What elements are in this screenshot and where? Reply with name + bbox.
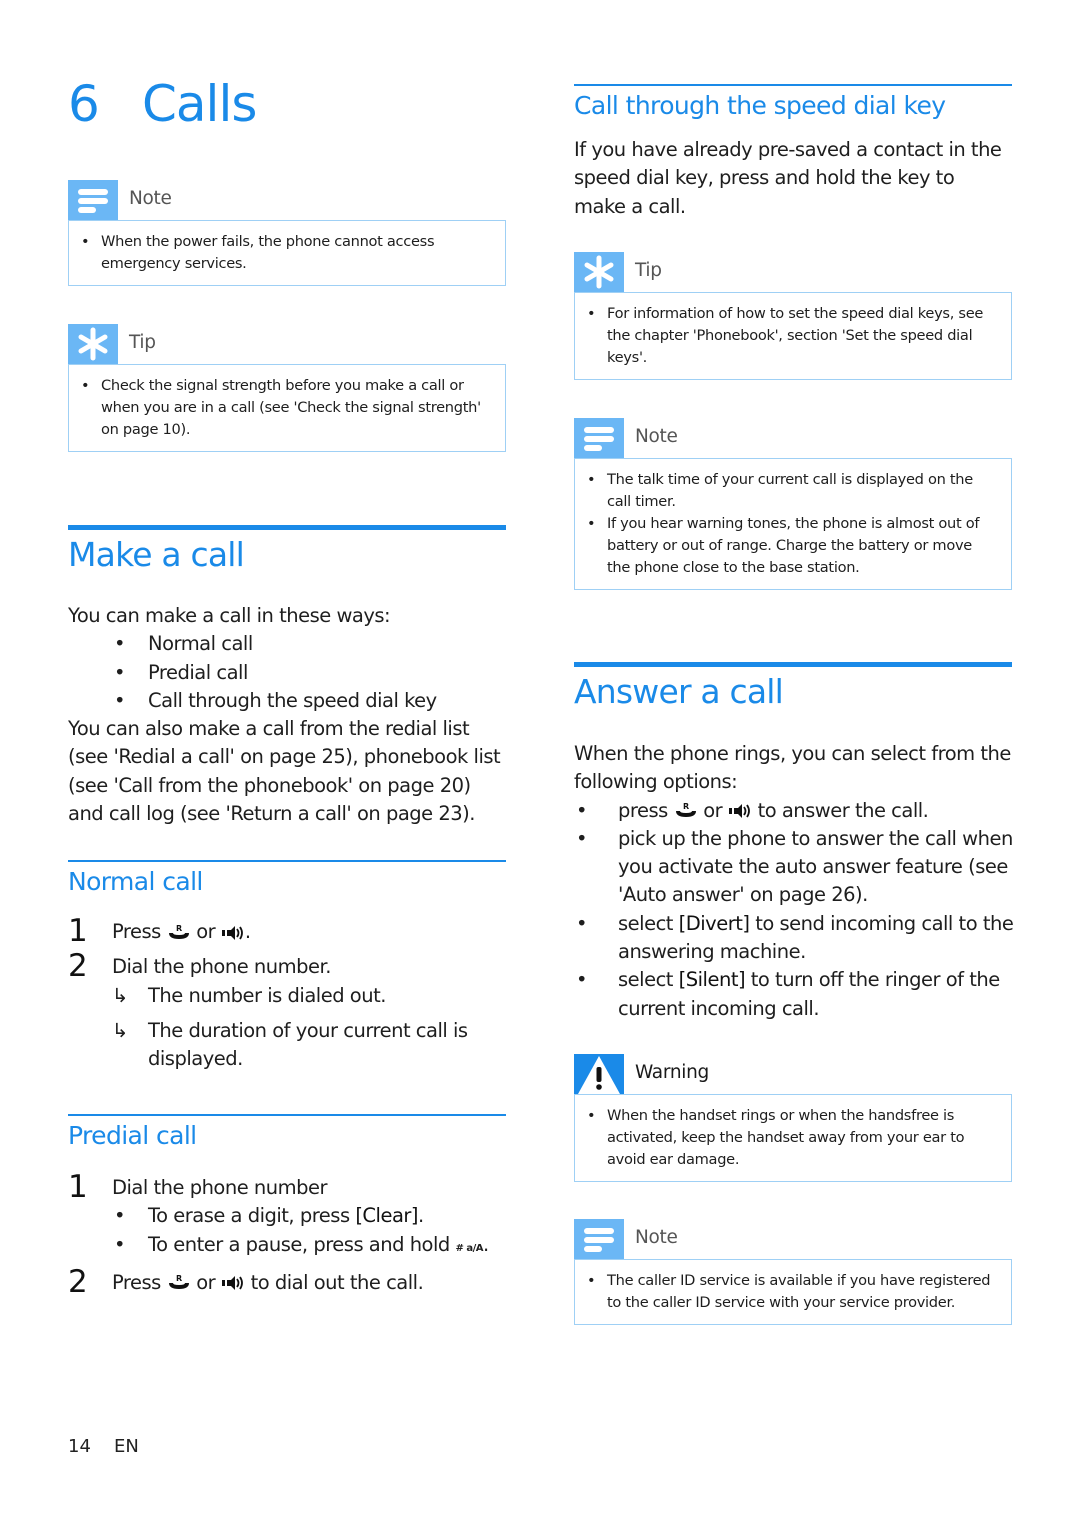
- speaker-key-icon: [221, 924, 245, 942]
- answer-call-body: When the phone rings, you can select fro…: [574, 740, 1014, 1023]
- talk-key-icon: [167, 1274, 191, 1292]
- callout-item: • For information of how to set the speed…: [587, 305, 984, 366]
- note-callout: Note • The caller ID service is available…: [574, 1219, 1012, 1325]
- step: 2 Press or to dial out the call.: [68, 1263, 424, 1300]
- callout-title: Note: [635, 1227, 678, 1248]
- note-icon: [574, 1219, 624, 1259]
- way-item: • Predial call: [114, 660, 248, 684]
- clear-key-label: [Clear]: [355, 1204, 419, 1228]
- callout-title: Tip: [129, 332, 156, 353]
- page-number: 14: [68, 1436, 91, 1457]
- result-arrow-icon: ↳: [112, 1018, 128, 1042]
- callout-title: Note: [129, 188, 172, 209]
- note-callout: Note • The talk time of your current call…: [574, 418, 1012, 590]
- sub-item: • To enter a pause, press and hold # a/A…: [114, 1232, 489, 1256]
- section-heading-normal-call: Normal call: [68, 867, 203, 896]
- speaker-key-icon: [221, 1274, 245, 1292]
- subsection-rule: [68, 860, 506, 862]
- note-callout: Note • When the power fails, the phone ca…: [68, 180, 506, 286]
- normal-call-steps: 1 Press or . 2 Dial the phone number. ↳ …: [68, 913, 508, 1073]
- tip-callout: Tip • Check the signal strength before yo…: [68, 324, 506, 452]
- result-item: ↳ The duration of your current call is d…: [112, 1018, 468, 1071]
- hash-key-icon: # a/A: [455, 1242, 483, 1254]
- warning-callout: Warning • When the handset rings or when …: [574, 1054, 1012, 1182]
- chapter-name: Calls: [142, 75, 257, 133]
- section-rule: [68, 525, 506, 530]
- talk-key-icon: [167, 924, 191, 942]
- step: 1 Press or .: [68, 913, 251, 949]
- talk-key-icon: [674, 802, 698, 820]
- chapter-title: 6 Calls: [68, 72, 257, 136]
- chapter-number: 6: [68, 75, 100, 133]
- way-item: • Call through the speed dial key: [114, 688, 437, 712]
- way-item: • Normal call: [114, 632, 253, 656]
- predial-call-steps: 1 Dial the phone number • To erase a dig…: [68, 1169, 508, 1300]
- callout-item: • The talk time of your current call is d…: [587, 471, 973, 510]
- section-heading-speed-dial: Call through the speed dial key: [574, 91, 946, 120]
- divert-key-label: [Divert]: [678, 911, 750, 935]
- subsection-rule: [68, 1114, 506, 1116]
- callout-item: • If you hear warning tones, the phone is…: [587, 515, 980, 576]
- speaker-key-icon: [728, 802, 752, 820]
- callout-title: Warning: [635, 1062, 709, 1083]
- make-call-also: You can also make a call from the redial…: [68, 717, 501, 826]
- result-item: ↳ The number is dialed out.: [68, 982, 508, 1010]
- section-heading-make-call: Make a call: [68, 535, 245, 574]
- section-heading-predial-call: Predial call: [68, 1121, 197, 1150]
- option-item: • select [Silent] to turn off the ringer …: [576, 968, 1000, 1020]
- note-icon: [574, 418, 624, 458]
- tip-callout: Tip • For information of how to set the s…: [574, 252, 1012, 380]
- sub-item: • To erase a digit, press [Clear].: [114, 1204, 424, 1228]
- callout-item: • The caller ID service is available if y…: [587, 1272, 991, 1311]
- step: 2 Dial the phone number.: [68, 948, 331, 985]
- callout-title: Note: [635, 426, 678, 447]
- tip-icon: [574, 252, 624, 292]
- silent-key-label: [Silent]: [678, 968, 746, 992]
- speed-dial-text: If you have already pre-saved a contact …: [574, 138, 1002, 218]
- callout-title: Tip: [635, 260, 662, 281]
- section-rule: [574, 662, 1012, 667]
- note-icon: [68, 180, 118, 220]
- option-item: • press or to answer the call.: [576, 798, 929, 822]
- answer-intro: When the phone rings, you can select fro…: [574, 742, 1011, 794]
- tip-icon: [68, 324, 118, 364]
- make-call-intro: You can make a call in these ways:: [68, 604, 391, 627]
- warning-icon: [574, 1054, 624, 1094]
- result-arrow-icon: ↳: [112, 983, 128, 1007]
- subsection-rule: [574, 84, 1012, 86]
- callout-item: • When the power fails, the phone cannot …: [81, 233, 435, 272]
- callout-item: • When the handset rings or when the hand…: [587, 1107, 965, 1168]
- callout-item: • Check the signal strength before you ma…: [81, 377, 481, 438]
- make-call-body: You can make a call in these ways: • Norm…: [68, 602, 508, 828]
- page-footer: 14 EN: [68, 1436, 139, 1457]
- step: 1 Dial the phone number: [68, 1169, 328, 1205]
- option-item: • select [Divert] to send incoming call t…: [576, 911, 1014, 964]
- language-code: EN: [114, 1436, 139, 1457]
- section-heading-answer-call: Answer a call: [574, 672, 784, 711]
- option-item: • pick up the phone to answer the call wh…: [576, 826, 1013, 907]
